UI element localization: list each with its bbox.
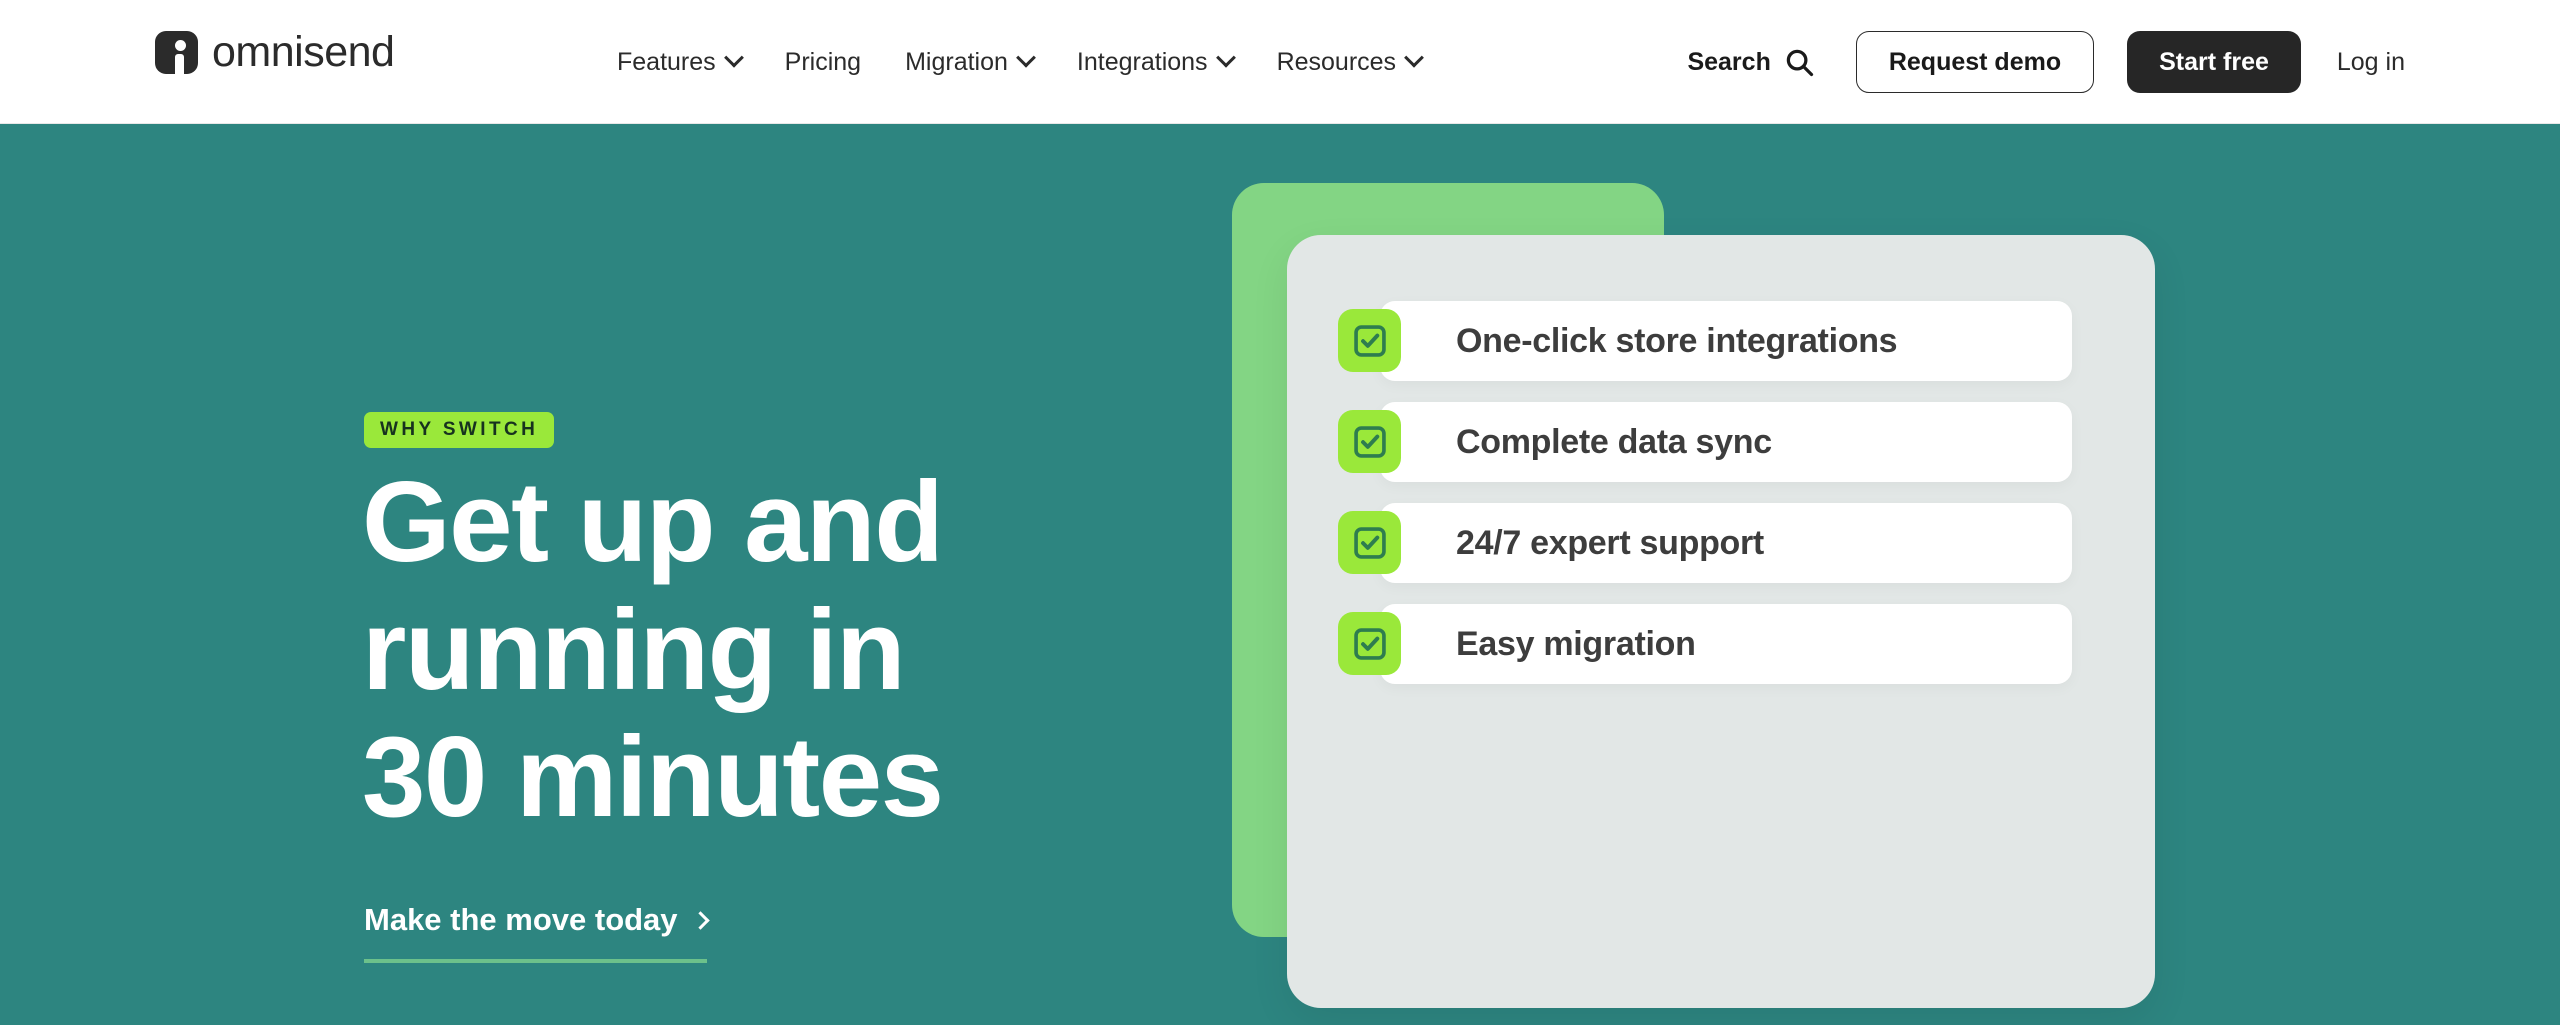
nav-label: Integrations	[1076, 47, 1208, 76]
omnisend-logo-icon	[155, 31, 198, 74]
chevron-down-icon	[1016, 47, 1036, 68]
nav-label: Pricing	[784, 47, 862, 76]
request-demo-button[interactable]: Request demo	[1855, 31, 2095, 93]
feature-row-label: Complete data sync	[1456, 422, 1772, 461]
chevron-down-icon	[723, 47, 744, 68]
logo-stem	[175, 54, 184, 74]
nav-item-migration[interactable]: Migration	[883, 0, 1055, 124]
chevron-down-icon	[1215, 47, 1236, 68]
chevron-down-icon	[1404, 47, 1424, 68]
search-icon	[1786, 49, 1813, 77]
nav-label: Resources	[1276, 47, 1397, 76]
search-label: Search	[1687, 47, 1771, 76]
feature-row-label: Easy migration	[1456, 624, 1696, 663]
feature-row-label: 24/7 expert support	[1456, 523, 1764, 562]
feature-row: Easy migration	[1338, 604, 2072, 684]
search-button[interactable]: Search	[1667, 47, 1833, 77]
feature-row: One-click store integrations	[1338, 301, 2072, 381]
checkbox-checked-icon	[1338, 511, 1401, 574]
feature-row-list: One-click store integrations Complete da…	[1338, 301, 2072, 705]
header-actions: Search Request demo Start free Log in	[1667, 0, 2405, 124]
nav-label: Migration	[905, 47, 1008, 76]
hero-section: WHY SWITCH Get up and running in 30 minu…	[0, 124, 2560, 1025]
feature-card-stack: One-click store integrations Complete da…	[0, 124, 2560, 1025]
nav-item-features[interactable]: Features	[595, 0, 763, 124]
logo-link[interactable]: omnisend	[155, 28, 395, 76]
checkbox-checked-icon	[1338, 309, 1401, 372]
start-free-button[interactable]: Start free	[2127, 31, 2301, 93]
feature-row-label: One-click store integrations	[1456, 321, 1898, 360]
nav-label: Features	[617, 47, 716, 76]
site-header: omnisend Features Pricing Migration Inte…	[0, 0, 2560, 124]
login-link[interactable]: Log in	[2337, 48, 2405, 77]
checkbox-checked-icon	[1338, 410, 1401, 473]
main-navigation: Features Pricing Migration Integrations …	[595, 0, 1443, 124]
brand-name: omnisend	[212, 28, 395, 76]
feature-row: Complete data sync	[1338, 402, 2072, 482]
logo-dot	[175, 40, 186, 51]
feature-row: 24/7 expert support	[1338, 503, 2072, 583]
nav-item-integrations[interactable]: Integrations	[1055, 0, 1255, 124]
checkbox-checked-icon	[1338, 612, 1401, 675]
nav-item-pricing[interactable]: Pricing	[763, 0, 883, 124]
nav-item-resources[interactable]: Resources	[1255, 0, 1444, 124]
